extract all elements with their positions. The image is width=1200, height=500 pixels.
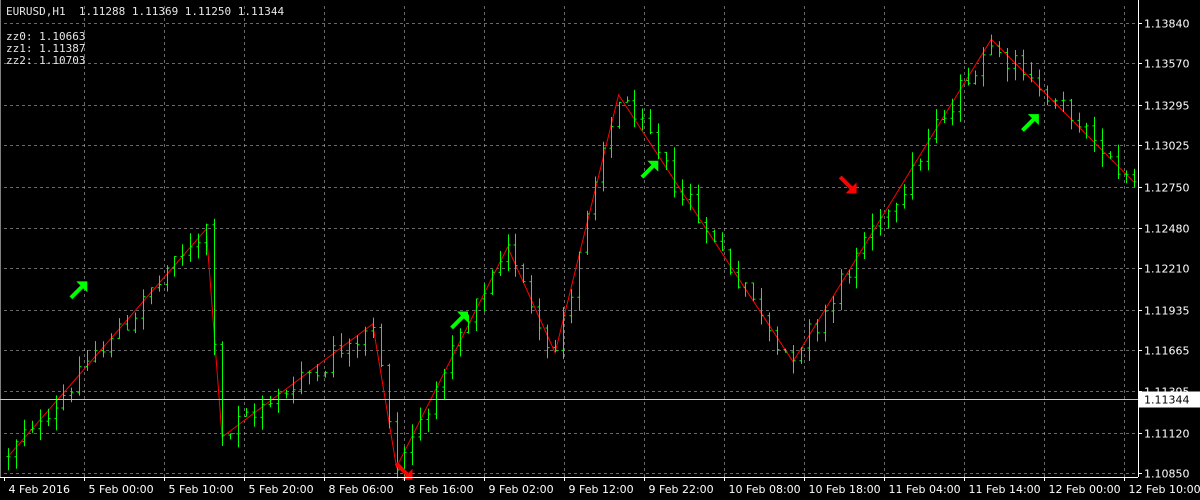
zigzag-layer: [7, 38, 1135, 469]
zz2-value: zz2: 1.10703: [6, 54, 86, 67]
y-tick-label: 1.12750: [1144, 182, 1190, 195]
y-tick-label: 1.11935: [1144, 305, 1190, 318]
arrow-shaft: [1021, 115, 1038, 132]
zigzag-line: [7, 38, 1135, 469]
y-tick-label: 1.11120: [1144, 428, 1190, 441]
y-tick-label: 1.10850: [1144, 468, 1190, 481]
x-tick-label: 9 Feb 12:00: [569, 483, 634, 496]
axes: 1.13840 1.13570 1.13295 1.13025 1.12750 1.124…: [0, 0, 1200, 496]
current-price-label: 1.11344: [1144, 394, 1190, 407]
x-tick-label: 12 Feb 00:00: [1049, 483, 1121, 496]
y-tick-label: 1.12480: [1144, 223, 1190, 236]
arrow-shaft: [838, 175, 856, 193]
sell-arrow-icon: [838, 175, 857, 194]
chart-title: EURUSD,H1 1.11288 1.11369 1.11250 1.1134…: [6, 5, 285, 18]
ohlc-bars: [6, 34, 1137, 479]
x-tick-label: 12 Feb 10:00: [1129, 483, 1200, 496]
x-tick-label: 8 Feb 06:00: [329, 483, 394, 496]
x-tick-label: 11 Feb 14:00: [969, 483, 1041, 496]
buy-arrow-icon: [1021, 114, 1039, 132]
arrow-shaft: [69, 282, 87, 300]
y-tick-label: 1.13840: [1144, 18, 1190, 31]
price-chart[interactable]: 1.13840 1.13570 1.13295 1.13025 1.12750 1.124…: [0, 0, 1200, 500]
y-tick-label: 1.13025: [1144, 140, 1190, 153]
buy-arrow-icon: [69, 281, 88, 300]
chart-canvas[interactable]: 1.13840 1.13570 1.13295 1.13025 1.12750 1.124…: [0, 0, 1200, 500]
buy-arrow-icon: [640, 160, 659, 179]
x-tick-label: 5 Feb 20:00: [249, 483, 314, 496]
x-tick-label: 9 Feb 02:00: [489, 483, 554, 496]
x-tick-label: 9 Feb 22:00: [649, 483, 714, 496]
y-tick-label: 1.13570: [1144, 58, 1190, 71]
x-tick-label: 5 Feb 10:00: [169, 483, 234, 496]
buy-arrow-icon: [450, 311, 468, 330]
y-tick-label: 1.12210: [1144, 263, 1190, 276]
x-tick-label: 10 Feb 18:00: [809, 483, 881, 496]
signal-arrows: [69, 114, 1039, 480]
x-tick-label: 5 Feb 00:00: [89, 483, 154, 496]
x-tick-label: 10 Feb 08:00: [729, 483, 801, 496]
y-tick-label: 1.11665: [1144, 345, 1190, 358]
arrow-shaft: [450, 312, 467, 330]
x-tick-label: 4 Feb 2016: [9, 483, 70, 496]
x-tick-label: 11 Feb 04:00: [889, 483, 961, 496]
x-tick-label: 8 Feb 16:00: [409, 483, 474, 496]
y-tick-label: 1.13295: [1144, 100, 1190, 113]
